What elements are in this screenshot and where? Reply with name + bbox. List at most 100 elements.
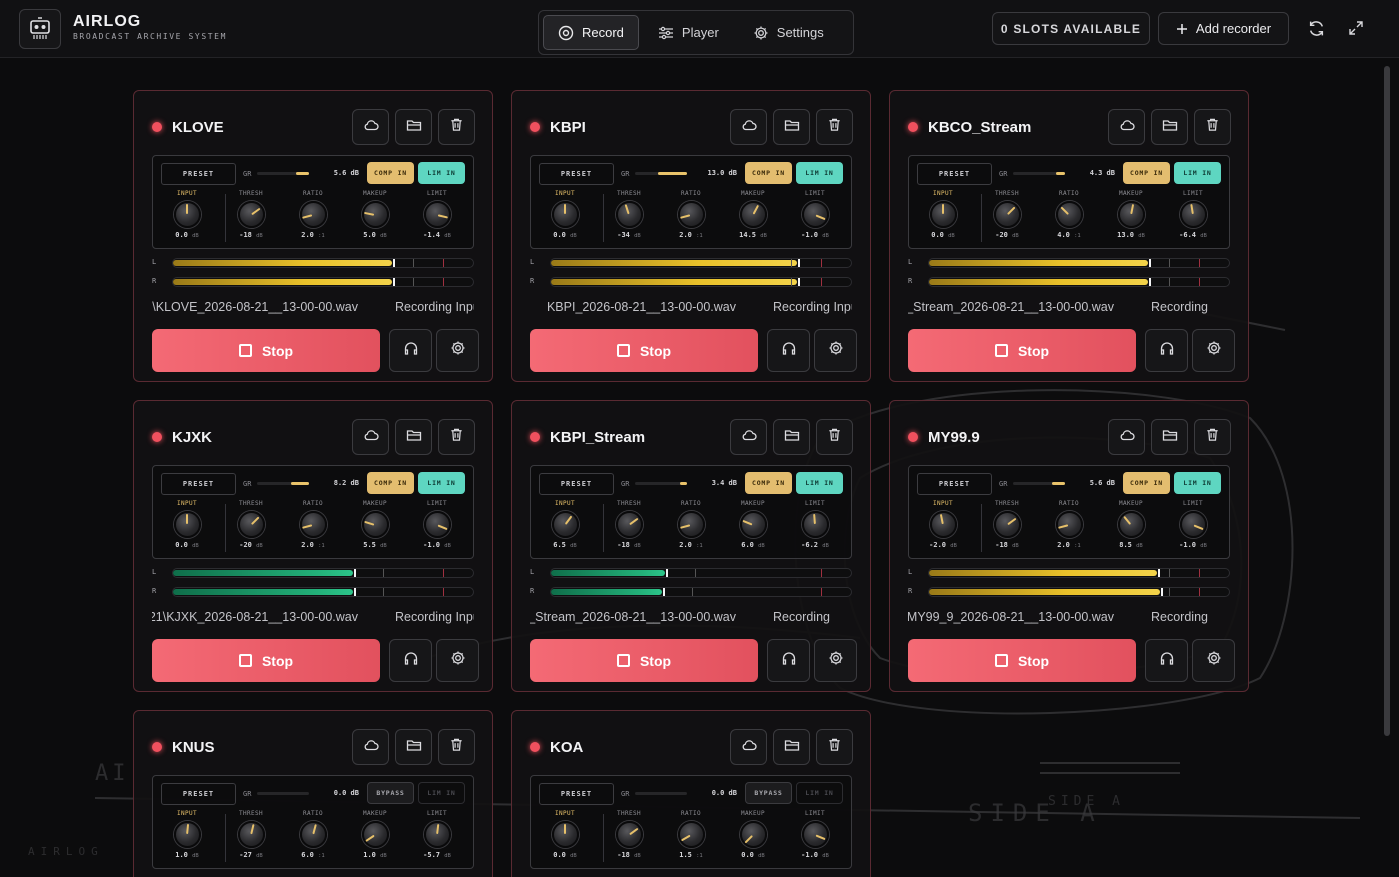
knob-thresh[interactable]: THRESH -34 dB [609,190,649,239]
knob-makeup[interactable]: MAKEUP 0.0 dB [733,810,773,859]
knob-makeup-dial[interactable] [739,511,767,538]
stop-button[interactable]: Stop [908,329,1136,372]
knob-makeup-dial[interactable] [361,821,389,848]
recorder-settings-button[interactable] [814,639,857,682]
knob-thresh-dial[interactable] [615,201,643,228]
compressor-toggle[interactable]: COMP IN [367,162,414,184]
knob-limit[interactable]: LIMIT -1.0 dB [417,500,457,549]
stop-button[interactable]: Stop [530,639,758,682]
knob-ratio[interactable]: RATIO 2.0 :1 [671,500,711,549]
knob-ratio[interactable]: RATIO 2.0 :1 [293,190,333,239]
monitor-button[interactable] [1145,329,1188,372]
knob-limit-dial[interactable] [423,511,451,538]
limiter-toggle[interactable]: LIM IN [1174,472,1221,494]
add-recorder-button[interactable]: Add recorder [1158,12,1289,45]
stop-button[interactable]: Stop [530,329,758,372]
open-folder-button[interactable] [1151,109,1188,145]
knob-makeup-dial[interactable] [739,821,767,848]
knob-makeup-dial[interactable] [361,511,389,538]
knob-input[interactable]: INPUT 0.0 dB [545,190,585,239]
open-folder-button[interactable] [395,419,432,455]
cloud-upload-button[interactable] [352,729,389,765]
knob-thresh[interactable]: THRESH -18 dB [609,810,649,859]
cloud-upload-button[interactable] [730,109,767,145]
refresh-button[interactable] [1304,16,1328,40]
knob-input[interactable]: INPUT 0.0 dB [167,500,207,549]
preset-button[interactable]: PRESET [161,473,236,495]
knob-thresh-dial[interactable] [615,511,643,538]
knob-makeup[interactable]: MAKEUP 14.5 dB [733,190,773,239]
delete-recorder-button[interactable] [816,729,853,765]
tab-settings[interactable]: Settings [738,15,839,50]
knob-ratio[interactable]: RATIO 2.0 :1 [1049,500,1089,549]
preset-button[interactable]: PRESET [917,163,992,185]
limiter-toggle[interactable]: LIM IN [418,782,465,804]
knob-ratio[interactable]: RATIO 2.0 :1 [671,190,711,239]
recorder-settings-button[interactable] [1192,639,1235,682]
knob-thresh-dial[interactable] [237,511,265,538]
delete-recorder-button[interactable] [1194,419,1231,455]
tab-player[interactable]: Player [643,15,734,50]
limiter-toggle[interactable]: LIM IN [796,162,843,184]
knob-input-dial[interactable] [173,511,201,538]
cloud-upload-button[interactable] [1108,109,1145,145]
knob-thresh[interactable]: THRESH -20 dB [987,190,1027,239]
knob-limit-dial[interactable] [423,821,451,848]
knob-limit[interactable]: LIMIT -1.0 dB [1173,500,1213,549]
knob-ratio-dial[interactable] [299,821,327,848]
recorder-settings-button[interactable] [436,639,479,682]
knob-limit-dial[interactable] [1179,511,1207,538]
knob-makeup[interactable]: MAKEUP 13.0 dB [1111,190,1151,239]
monitor-button[interactable] [1145,639,1188,682]
compressor-toggle[interactable]: COMP IN [745,472,792,494]
delete-recorder-button[interactable] [816,419,853,455]
knob-ratio[interactable]: RATIO 6.0 :1 [293,810,333,859]
compressor-toggle[interactable]: BYPASS [367,782,414,804]
knob-input-dial[interactable] [551,201,579,228]
knob-makeup[interactable]: MAKEUP 8.5 dB [1111,500,1151,549]
preset-button[interactable]: PRESET [539,473,614,495]
knob-ratio-dial[interactable] [1055,511,1083,538]
knob-ratio-dial[interactable] [299,201,327,228]
monitor-button[interactable] [389,639,432,682]
knob-makeup-dial[interactable] [739,201,767,228]
knob-thresh[interactable]: THRESH -27 dB [231,810,271,859]
delete-recorder-button[interactable] [438,419,475,455]
knob-makeup[interactable]: MAKEUP 5.5 dB [355,500,395,549]
stop-button[interactable]: Stop [152,329,380,372]
tab-record[interactable]: Record [543,15,639,50]
compressor-toggle[interactable]: BYPASS [745,782,792,804]
knob-limit-dial[interactable] [423,201,451,228]
limiter-toggle[interactable]: LIM IN [796,472,843,494]
knob-makeup[interactable]: MAKEUP 1.0 dB [355,810,395,859]
knob-limit-dial[interactable] [801,821,829,848]
knob-input[interactable]: INPUT -2.0 dB [923,500,963,549]
knob-limit-dial[interactable] [801,511,829,538]
knob-makeup[interactable]: MAKEUP 5.0 dB [355,190,395,239]
open-folder-button[interactable] [773,109,810,145]
cloud-upload-button[interactable] [730,729,767,765]
preset-button[interactable]: PRESET [161,783,236,805]
knob-input-dial[interactable] [173,821,201,848]
knob-thresh-dial[interactable] [237,201,265,228]
compressor-toggle[interactable]: COMP IN [1123,472,1170,494]
knob-ratio-dial[interactable] [677,511,705,538]
knob-input-dial[interactable] [551,821,579,848]
limiter-toggle[interactable]: LIM IN [418,472,465,494]
knob-thresh-dial[interactable] [237,821,265,848]
knob-limit[interactable]: LIMIT -6.4 dB [1173,190,1213,239]
knob-limit-dial[interactable] [801,201,829,228]
knob-limit[interactable]: LIMIT -1.4 dB [417,190,457,239]
knob-thresh-dial[interactable] [615,821,643,848]
knob-ratio-dial[interactable] [677,821,705,848]
delete-recorder-button[interactable] [438,109,475,145]
knob-ratio[interactable]: RATIO 2.0 :1 [293,500,333,549]
compressor-toggle[interactable]: COMP IN [745,162,792,184]
fullscreen-button[interactable] [1344,16,1368,40]
delete-recorder-button[interactable] [438,729,475,765]
recorder-settings-button[interactable] [436,329,479,372]
knob-thresh[interactable]: THRESH -20 dB [231,500,271,549]
knob-thresh[interactable]: THRESH -18 dB [987,500,1027,549]
knob-input[interactable]: INPUT 0.0 dB [167,190,207,239]
preset-button[interactable]: PRESET [539,163,614,185]
